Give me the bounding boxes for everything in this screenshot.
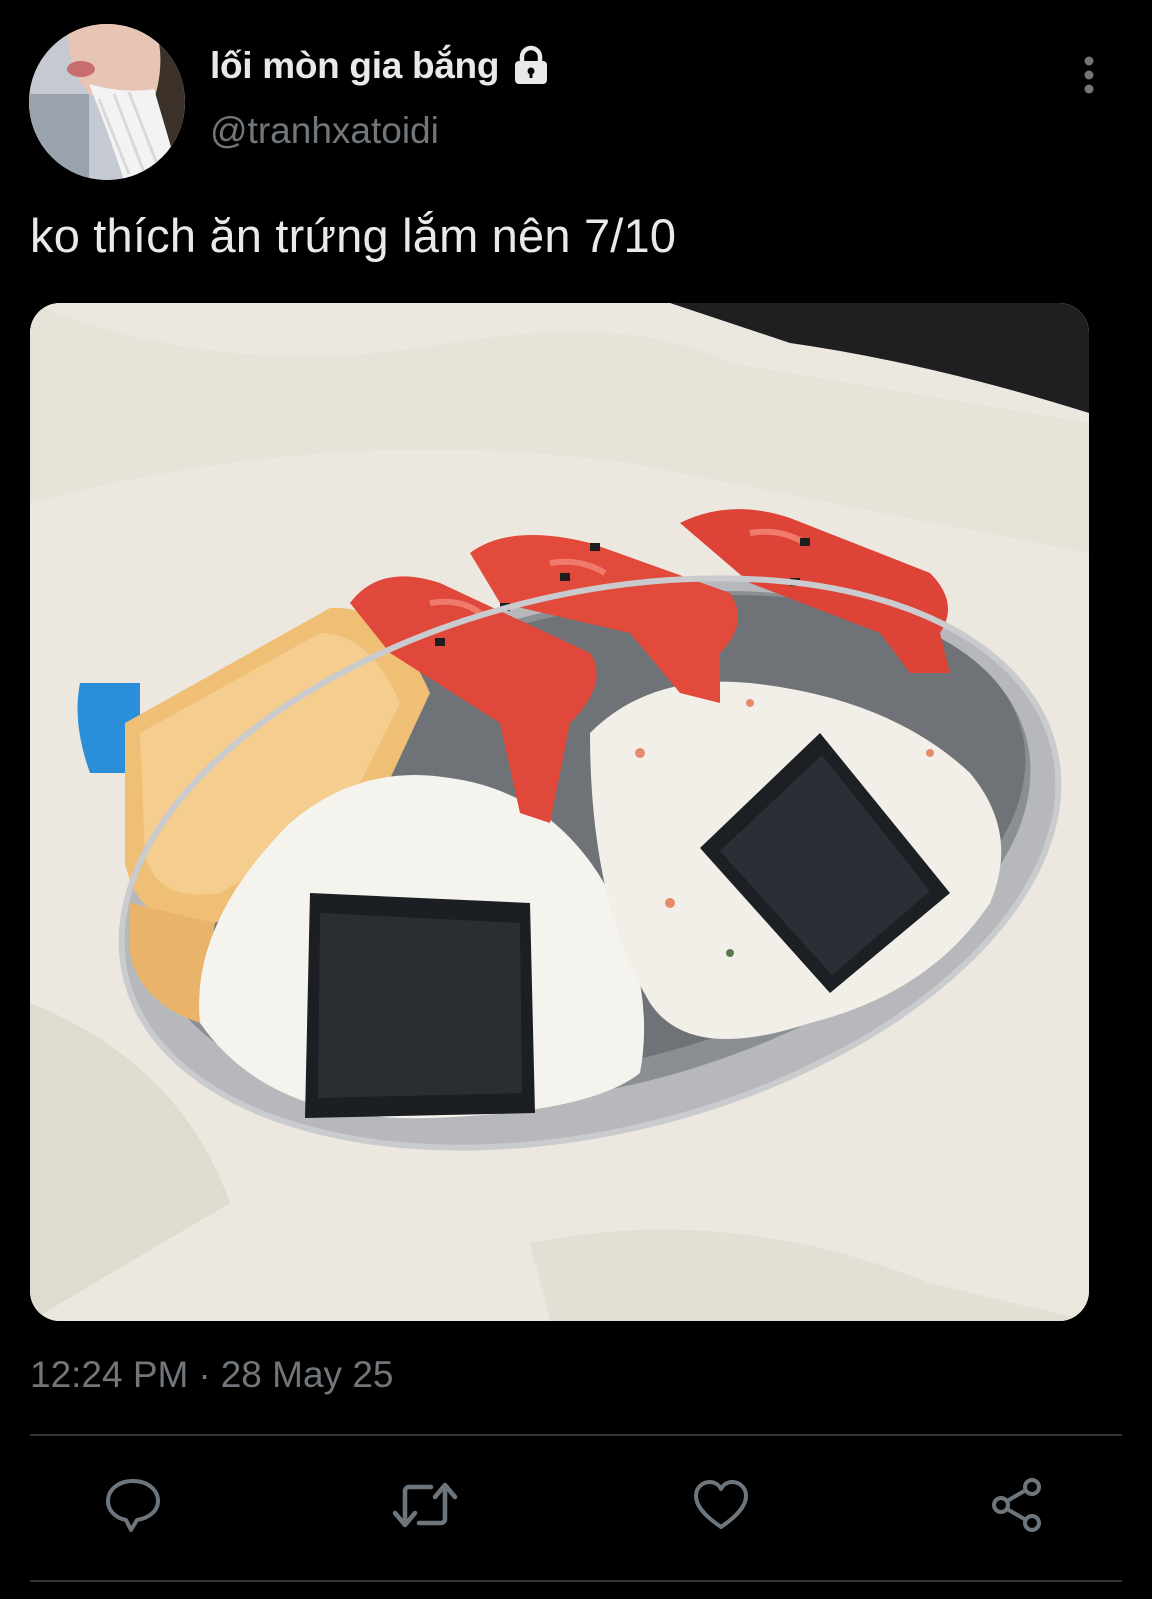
tweet-time: 12:24 PM bbox=[30, 1354, 189, 1395]
more-options-button[interactable] bbox=[1068, 50, 1110, 100]
display-name[interactable]: lối mòn gia bắng bbox=[210, 45, 499, 87]
bottom-divider bbox=[30, 1580, 1122, 1582]
like-button[interactable] bbox=[686, 1470, 756, 1540]
user-handle[interactable]: @tranhxatoidi bbox=[210, 110, 439, 152]
lock-icon bbox=[515, 45, 548, 84]
display-name-row: lối mòn gia bắng bbox=[210, 40, 553, 92]
reply-icon bbox=[106, 1479, 160, 1532]
share-icon bbox=[992, 1478, 1041, 1532]
avatar[interactable] bbox=[29, 24, 185, 180]
more-vertical-icon bbox=[1084, 56, 1094, 94]
avatar-image bbox=[29, 24, 185, 180]
like-icon bbox=[694, 1480, 748, 1529]
retweet-button[interactable] bbox=[390, 1470, 460, 1540]
tweet-text: ko thích ăn trứng lắm nên 7/10 bbox=[30, 209, 677, 262]
timestamp-separator: · bbox=[198, 1354, 211, 1395]
share-button[interactable] bbox=[982, 1470, 1052, 1540]
retweet-icon bbox=[392, 1482, 458, 1528]
tweet-timestamp[interactable]: 12:24 PM · 28 May 25 bbox=[30, 1354, 393, 1396]
bento-photo bbox=[30, 303, 1089, 1321]
tweet-date: 28 May 25 bbox=[220, 1354, 394, 1395]
action-bar bbox=[0, 1470, 1152, 1540]
tweet-media[interactable] bbox=[30, 303, 1089, 1321]
divider bbox=[30, 1434, 1122, 1436]
reply-button[interactable] bbox=[98, 1470, 168, 1540]
